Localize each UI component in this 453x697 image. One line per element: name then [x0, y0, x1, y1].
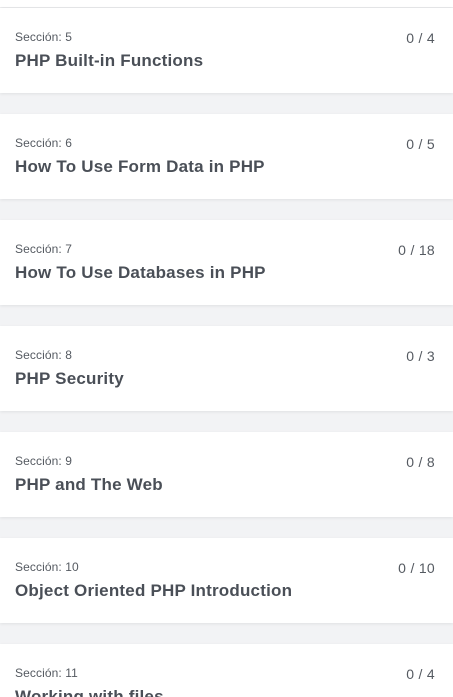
section-progress: 0 / 8	[406, 454, 435, 470]
section-progress: 0 / 4	[406, 666, 435, 682]
section-card-partial[interactable]	[0, 0, 453, 7]
section-number: Sección: 11	[15, 666, 78, 680]
section-title: PHP Built-in Functions	[15, 51, 204, 70]
section-title: Working with files	[15, 687, 164, 697]
section-title: Object Oriented PHP Introduction	[15, 581, 293, 600]
section-title: PHP and The Web	[15, 475, 163, 494]
section-progress: 0 / 10	[398, 560, 435, 576]
section-progress: 0 / 4	[406, 30, 435, 46]
section-number: Sección: 6	[15, 136, 73, 150]
section-card-11[interactable]: Sección: 11 Working with files 0 / 4	[0, 644, 453, 697]
section-number: Sección: 9	[15, 454, 73, 468]
section-number: Sección: 7	[15, 242, 73, 256]
section-card-5[interactable]: Sección: 5 PHP Built-in Functions 0 / 4	[0, 8, 453, 93]
section-card-7[interactable]: Sección: 7 How To Use Databases in PHP 0…	[0, 220, 453, 305]
section-number: Sección: 8	[15, 348, 73, 362]
course-sections-list: Sección: 5 PHP Built-in Functions 0 / 4 …	[0, 0, 453, 697]
section-progress: 0 / 18	[398, 242, 435, 258]
section-card-8[interactable]: Sección: 8 PHP Security 0 / 3	[0, 326, 453, 411]
section-title: How To Use Form Data in PHP	[15, 157, 265, 176]
section-number: Sección: 10	[15, 560, 79, 574]
section-progress: 0 / 5	[406, 136, 435, 152]
section-card-6[interactable]: Sección: 6 How To Use Form Data in PHP 0…	[0, 114, 453, 199]
section-progress: 0 / 3	[406, 348, 435, 364]
section-title: How To Use Databases in PHP	[15, 263, 266, 282]
section-title: PHP Security	[15, 369, 124, 388]
section-card-9[interactable]: Sección: 9 PHP and The Web 0 / 8	[0, 432, 453, 517]
section-number: Sección: 5	[15, 30, 73, 44]
section-card-10[interactable]: Sección: 10 Object Oriented PHP Introduc…	[0, 538, 453, 623]
